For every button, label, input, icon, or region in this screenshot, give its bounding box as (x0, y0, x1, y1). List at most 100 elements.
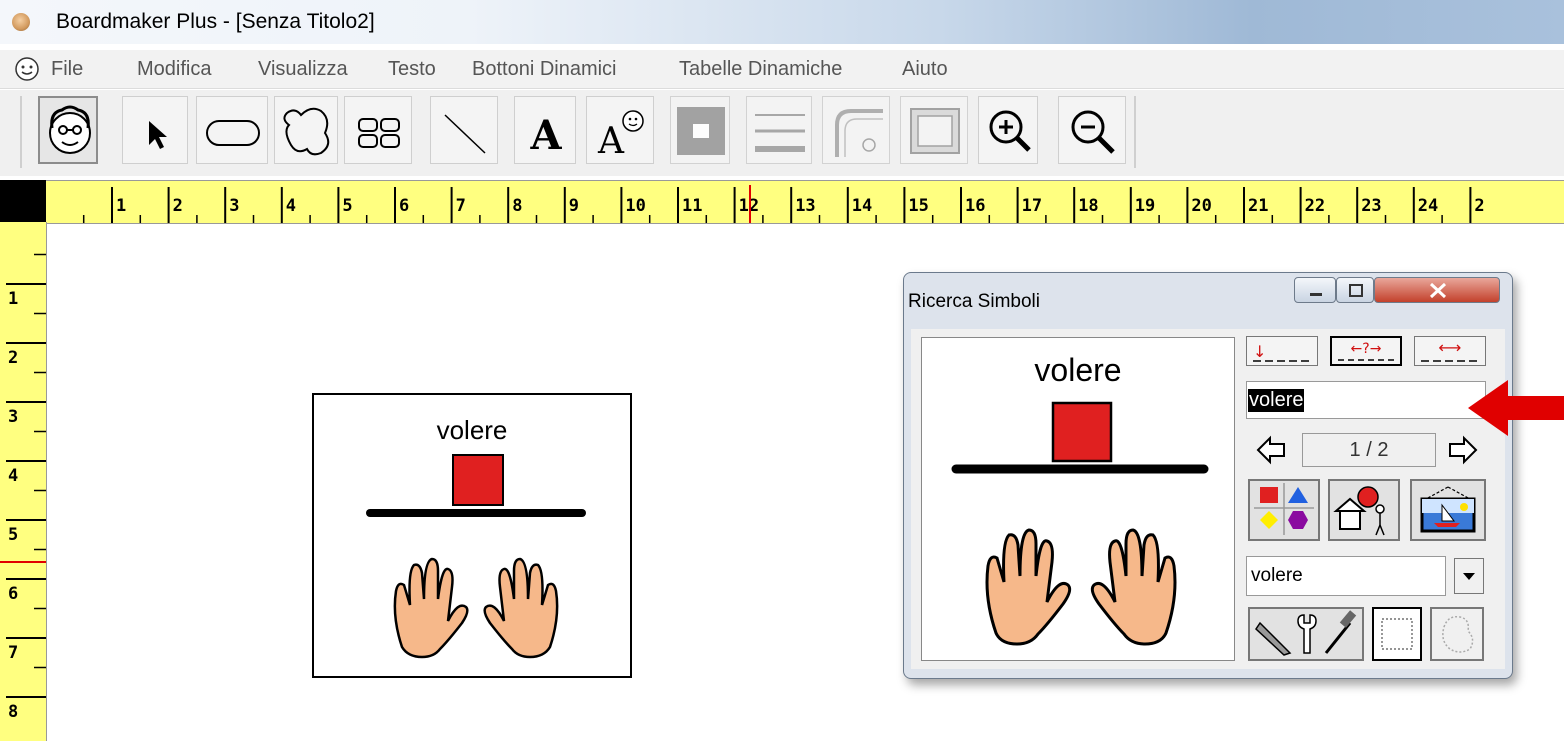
symbol-finder-tool[interactable] (38, 96, 98, 164)
menu-testo[interactable]: Testo (388, 58, 436, 81)
freeform-tool[interactable] (274, 96, 338, 164)
framed-picture-icon (1420, 486, 1476, 533)
ruler-number: 6 (8, 584, 18, 604)
ruler-corner (0, 180, 46, 222)
ruler-number: 9 (569, 196, 579, 216)
title-bar: Boardmaker Plus - [Senza Titolo2] (0, 0, 1564, 44)
ruler-number: 12 (739, 196, 759, 216)
ruler-number: 16 (965, 196, 985, 216)
ruler-number: 20 (1191, 196, 1211, 216)
ruler-number: 4 (286, 196, 296, 216)
starts-with-search-button[interactable]: ↓ (1246, 336, 1318, 366)
preview-want-symbol-icon (951, 401, 1209, 646)
rounded-rect-tool[interactable] (196, 96, 268, 164)
rectangle-select-button[interactable] (1372, 607, 1422, 661)
menu-bottoni-dinamici[interactable]: Bottoni Dinamici (472, 58, 617, 81)
symbol-text-tool[interactable]: A (586, 96, 654, 164)
exact-search-button[interactable]: ⟷ (1414, 336, 1486, 366)
ruler-number: 24 (1418, 196, 1438, 216)
window-title: Boardmaker Plus - [Senza Titolo2] (56, 10, 375, 33)
menu-aiuto[interactable]: Aiuto (902, 58, 948, 81)
category-dropdown-button[interactable] (1454, 558, 1484, 594)
ruler-number: 18 (1078, 196, 1098, 216)
ruler-number: 11 (682, 196, 702, 216)
line-thickness-tool[interactable] (746, 96, 812, 164)
vertical-ruler: 1 2 3 4 5 6 7 8 (0, 222, 47, 741)
ruler-number: 1 (116, 196, 126, 216)
dotted-rectangle-icon (1381, 618, 1413, 650)
text-tool[interactable]: A (514, 96, 576, 164)
menu-modifica[interactable]: Modifica (137, 58, 211, 81)
zoom-in-button[interactable] (978, 96, 1038, 164)
rounded-rectangle-icon (206, 120, 260, 146)
ruler-number: 5 (342, 196, 352, 216)
tools-button[interactable] (1248, 607, 1364, 661)
ruler-number: 13 (795, 196, 815, 216)
maximize-icon (1349, 284, 1363, 297)
search-input-value: volere (1248, 389, 1305, 412)
menu-visualizza[interactable]: Visualizza (258, 58, 348, 81)
nouns-category-button[interactable] (1328, 479, 1400, 541)
symbol-preview[interactable]: volere (921, 337, 1235, 661)
face-icon[interactable] (14, 56, 40, 82)
fill-color-tool[interactable] (670, 96, 730, 164)
menu-file[interactable]: File (51, 58, 83, 81)
category-dropdown-value: volere (1251, 565, 1303, 586)
toolbar: A A (0, 90, 1564, 176)
ruler-number: 19 (1135, 196, 1155, 216)
left-arrow-icon (1256, 435, 1285, 465)
ruler-number: 4 (8, 466, 18, 486)
zoom-out-icon (1071, 110, 1115, 154)
contains-search-button[interactable]: ←?→ (1330, 336, 1402, 366)
previous-button[interactable] (1254, 433, 1288, 467)
line-tool[interactable] (430, 96, 498, 164)
close-icon (1429, 282, 1447, 299)
symbol-search-input[interactable]: volere (1246, 381, 1486, 419)
pointer-tool[interactable] (122, 96, 188, 164)
minimize-button[interactable] (1294, 277, 1336, 303)
ruler-number: 15 (908, 196, 928, 216)
ruler-number: 6 (399, 196, 409, 216)
svg-text:↓: ↓ (1253, 342, 1266, 361)
toolbar-grip (20, 96, 22, 168)
minimize-icon (1310, 293, 1322, 296)
lasso-select-button[interactable] (1430, 607, 1484, 661)
ruler-number: 21 (1248, 196, 1268, 216)
ruler-number: 2 (173, 196, 183, 216)
grid-icon (358, 118, 400, 148)
svg-text:⟷: ⟷ (1439, 338, 1462, 357)
app-icon (12, 13, 30, 31)
pictures-category-button[interactable] (1410, 479, 1486, 541)
svg-text:A: A (529, 112, 562, 159)
zoom-in-icon (989, 110, 1031, 152)
house-apple-person-icon (1333, 486, 1385, 536)
dotted-lasso-icon (1442, 615, 1474, 653)
line-icon (444, 114, 486, 154)
menu-tabelle-dinamiche[interactable]: Tabelle Dinamiche (679, 58, 842, 81)
close-button[interactable] (1374, 277, 1500, 303)
face-tool-icon (49, 105, 91, 154)
symbol-search-dialog: Ricerca Simboli volere ↓ ←?→ ⟷ volere 1 … (903, 272, 1513, 679)
svg-text:A: A (597, 121, 625, 162)
category-dropdown-field[interactable]: volere (1246, 556, 1446, 596)
ruler-number: 7 (8, 643, 18, 663)
double-arrow-icon: ⟷ (1421, 338, 1479, 362)
corner-style-tool[interactable] (822, 96, 890, 164)
next-button[interactable] (1446, 433, 1480, 467)
letter-a-face-icon: A (597, 110, 644, 162)
ruler-number: 2 (1474, 196, 1484, 216)
border-tool[interactable] (900, 96, 968, 164)
zoom-out-button[interactable] (1058, 96, 1126, 164)
vertical-ruler-ticks: 1 2 3 4 5 6 7 8 (0, 253, 46, 722)
maximize-button[interactable] (1336, 277, 1374, 303)
ruler-number: 23 (1361, 196, 1381, 216)
shapes-colors-category-button[interactable] (1248, 479, 1320, 541)
tools-icon (1255, 610, 1357, 656)
canvas-symbol-card[interactable]: volere (312, 393, 632, 678)
button-grid-tool[interactable] (344, 96, 412, 164)
ruler-number: 5 (8, 525, 18, 545)
rounded-corner-icon (835, 109, 883, 157)
horizontal-ruler-ticks: 1 2 3 4 5 6 7 8 9 10 11 12 13 14 15 16 17 18 19 20 21 22 23 24 2 (82, 185, 1485, 223)
freeform-shape-icon (283, 107, 330, 156)
fill-square-icon (677, 107, 725, 155)
